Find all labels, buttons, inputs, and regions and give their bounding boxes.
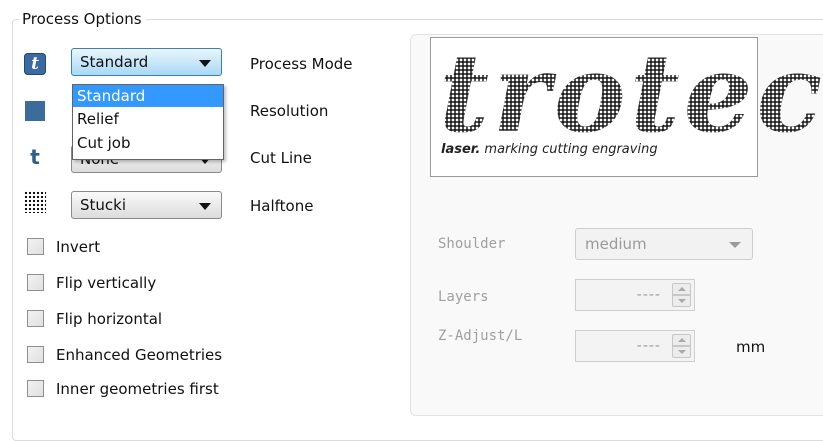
process-mode-dropdown-list: Standard Relief Cut job: [72, 84, 224, 160]
spin-down-icon[interactable]: [672, 295, 691, 307]
layers-value: ----: [636, 287, 661, 303]
halftone-dither-icon: [24, 191, 46, 213]
spin-buttons: [672, 283, 691, 307]
z-adjust-spinbox[interactable]: ----: [575, 330, 695, 362]
z-adjust-unit: mm: [736, 338, 766, 356]
resolution-square-icon: [25, 101, 45, 121]
dropdown-option-relief[interactable]: Relief: [73, 107, 223, 131]
layers-label: Layers: [438, 289, 489, 305]
group-title: Process Options: [19, 9, 146, 29]
flip-horizontal-label: Flip horizontal: [56, 310, 163, 328]
logo-tagline-bold: laser.: [441, 142, 481, 157]
z-adjust-value: ----: [636, 338, 661, 354]
resolution-label: Resolution: [250, 102, 329, 120]
logo-wordmark-dither: trotec: [439, 34, 823, 154]
shoulder-value: medium: [585, 235, 647, 253]
logo-tagline-rest: marking cutting engraving: [480, 142, 658, 157]
process-mode-value: Standard: [80, 53, 149, 71]
chevron-down-icon: [729, 242, 741, 248]
process-mode-icon: t: [24, 53, 46, 75]
logo-tagline: laser. marking cutting engraving: [441, 142, 658, 157]
trotec-logo: trotec trotec laser. marking cutting eng…: [430, 34, 822, 177]
shoulder-combo[interactable]: medium: [575, 228, 753, 260]
shoulder-label: Shoulder: [438, 236, 506, 252]
inner-geometries-first-label: Inner geometries first: [56, 380, 219, 398]
enhanced-geometries-checkbox[interactable]: [27, 346, 44, 363]
flip-horizontal-checkbox[interactable]: [27, 310, 44, 327]
flip-vertically-label: Flip vertically: [56, 274, 157, 292]
halftone-combo[interactable]: Stucki: [71, 191, 222, 219]
enhanced-geometries-label: Enhanced Geometries: [56, 346, 223, 364]
halftone-value: Stucki: [80, 196, 127, 214]
spin-buttons: [672, 334, 691, 358]
invert-label: Invert: [56, 238, 101, 256]
cut-line-t-icon: t: [30, 145, 40, 169]
cut-line-label: Cut Line: [250, 149, 312, 167]
flip-vertically-checkbox[interactable]: [27, 274, 44, 291]
inner-geometries-first-checkbox[interactable]: [27, 380, 44, 397]
dropdown-option-standard[interactable]: Standard: [73, 85, 223, 107]
invert-checkbox[interactable]: [27, 238, 44, 255]
spin-up-icon[interactable]: [672, 334, 691, 346]
chevron-down-icon: [199, 203, 211, 210]
process-mode-combo[interactable]: Standard: [71, 48, 222, 76]
spin-down-icon[interactable]: [672, 346, 691, 358]
chevron-down-icon: [199, 60, 211, 67]
process-mode-label: Process Mode: [250, 55, 353, 73]
halftone-label: Halftone: [250, 197, 314, 215]
z-adjust-label: Z-Adjust/L: [438, 328, 523, 344]
spin-up-icon[interactable]: [672, 283, 691, 295]
dropdown-option-cut-job[interactable]: Cut job: [73, 131, 223, 155]
layers-spinbox[interactable]: ----: [575, 279, 695, 311]
